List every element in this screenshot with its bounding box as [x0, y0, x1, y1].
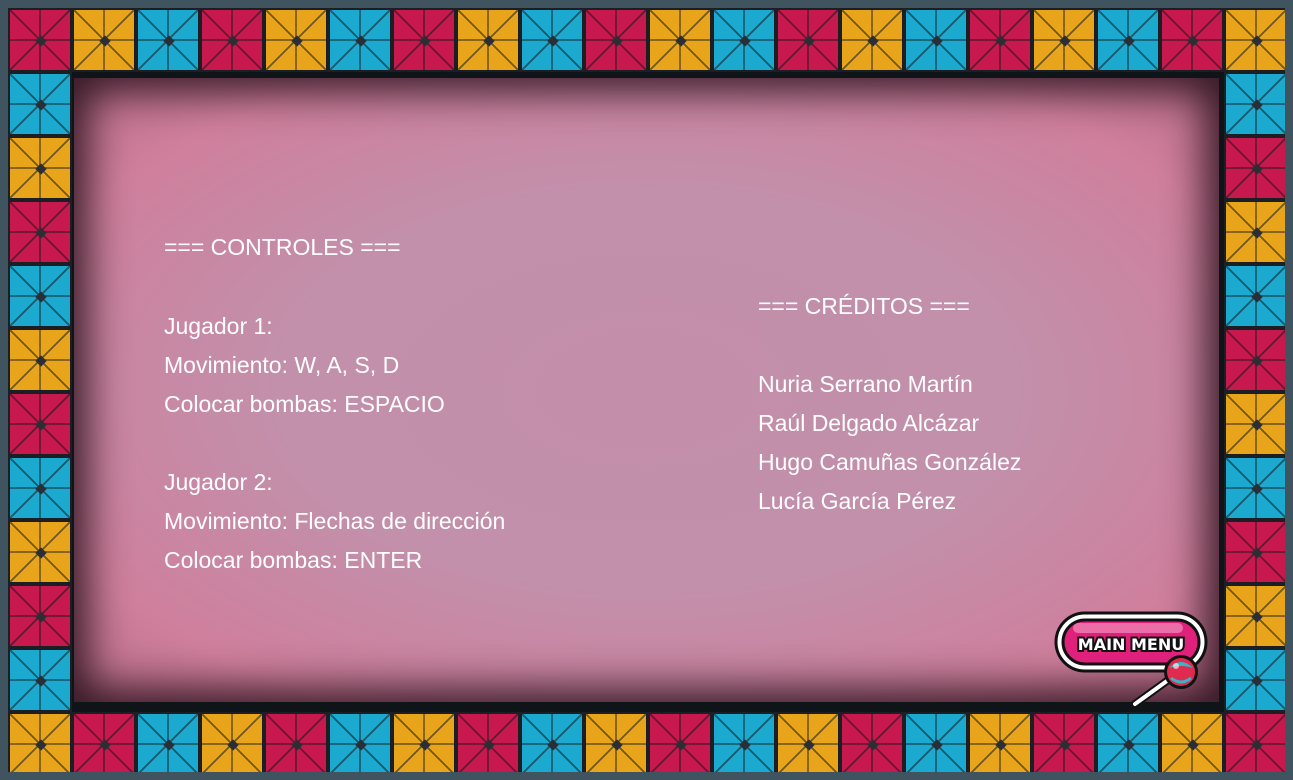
border-tile — [1224, 136, 1285, 200]
border-tile — [1096, 8, 1160, 72]
border-tile — [8, 456, 72, 520]
border-tile — [392, 8, 456, 72]
border-tile — [904, 712, 968, 772]
border-tile — [136, 8, 200, 72]
border-tile — [712, 712, 776, 772]
border-tile — [584, 8, 648, 72]
border-tile — [328, 8, 392, 72]
border-tile — [392, 712, 456, 772]
border-tile — [72, 8, 136, 72]
main-menu-button[interactable]: MAIN MENU — [1053, 610, 1211, 710]
game-screen: === CONTROLES === Jugador 1: Movimiento:… — [8, 8, 1285, 772]
border-tile — [1224, 8, 1285, 72]
border-tile — [200, 712, 264, 772]
credit-name: Raúl Delgado Alcázar — [758, 410, 980, 436]
border-tile — [8, 8, 72, 72]
controls-header: === CONTROLES === — [164, 234, 401, 260]
border-tile — [1032, 8, 1096, 72]
main-menu-label: MAIN MENU — [1078, 635, 1184, 654]
border-tile — [840, 712, 904, 772]
border-tile — [136, 712, 200, 772]
player1-bombs: Colocar bombas: ESPACIO — [164, 391, 445, 417]
border-tile — [328, 712, 392, 772]
border-tile — [1224, 328, 1285, 392]
border-tile — [648, 712, 712, 772]
player2-movement: Movimiento: Flechas de dirección — [164, 508, 506, 534]
border-tile — [1224, 200, 1285, 264]
border-tile — [1096, 712, 1160, 772]
player1-title: Jugador 1: — [164, 313, 273, 339]
info-panel: === CONTROLES === Jugador 1: Movimiento:… — [74, 78, 1219, 702]
border-tile — [264, 712, 328, 772]
border-tile — [968, 712, 1032, 772]
credit-name: Lucía García Pérez — [758, 488, 957, 514]
border-tile — [8, 648, 72, 712]
border-tile — [712, 8, 776, 72]
border-tile — [1160, 8, 1224, 72]
border-tile — [264, 8, 328, 72]
border-tile — [456, 712, 520, 772]
border-tile — [72, 712, 136, 772]
player2-title: Jugador 2: — [164, 469, 273, 495]
border-tile — [648, 8, 712, 72]
border-tile — [1032, 712, 1096, 772]
border-tile — [520, 8, 584, 72]
border-tile — [1224, 584, 1285, 648]
main-menu-button-graphic: MAIN MENU — [1054, 611, 1208, 708]
border-tile — [904, 8, 968, 72]
border-tile — [1224, 712, 1285, 772]
border-tile — [8, 72, 72, 136]
border-tile — [8, 520, 72, 584]
player1-movement: Movimiento: W, A, S, D — [164, 352, 400, 378]
player2-bombs: Colocar bombas: ENTER — [164, 547, 423, 573]
border-tile — [776, 8, 840, 72]
border-tile — [1224, 456, 1285, 520]
border-tile — [8, 712, 72, 772]
border-tile — [1224, 392, 1285, 456]
border-tile — [840, 8, 904, 72]
border-tile — [8, 264, 72, 328]
border-tile — [584, 712, 648, 772]
border-tile — [968, 8, 1032, 72]
border-tile — [456, 8, 520, 72]
border-tile — [8, 200, 72, 264]
border-tile — [776, 712, 840, 772]
border-tile — [520, 712, 584, 772]
border-tile — [8, 136, 72, 200]
border-tile — [8, 392, 72, 456]
credits-header: === CRÉDITOS === — [758, 293, 970, 319]
border-tile — [8, 328, 72, 392]
border-tile — [8, 584, 72, 648]
credit-name: Nuria Serrano Martín — [758, 371, 973, 397]
border-tile — [1224, 520, 1285, 584]
border-tile — [1224, 72, 1285, 136]
border-tile — [200, 8, 264, 72]
border-tile — [1224, 264, 1285, 328]
border-tile — [1160, 712, 1224, 772]
credit-name: Hugo Camuñas González — [758, 449, 1022, 475]
border-tile — [1224, 648, 1285, 712]
